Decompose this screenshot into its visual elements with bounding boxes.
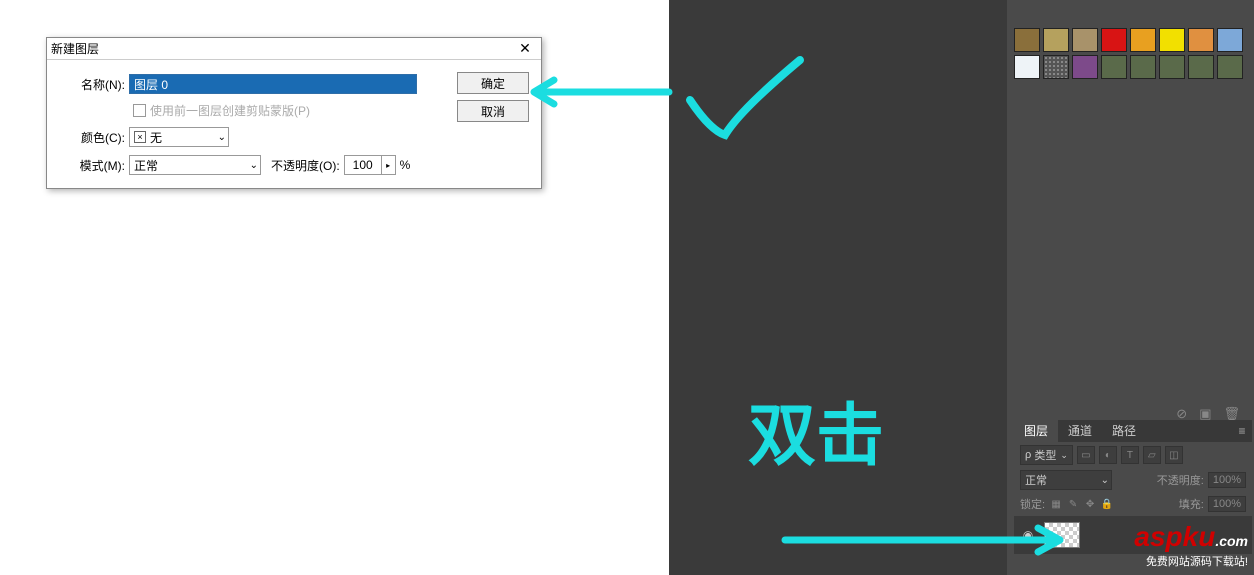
visibility-icon[interactable]: ◉	[1018, 528, 1038, 542]
opacity-flyout-icon[interactable]: ▸	[382, 155, 396, 175]
layer-lock-row: 锁定: ▦ ✎ ✥ 🔒 填充: 100%	[1014, 492, 1252, 516]
lock-paint-icon[interactable]: ✎	[1066, 497, 1080, 511]
dialog-titlebar[interactable]: 新建图层 ✕	[47, 38, 541, 60]
swatch[interactable]	[1014, 55, 1040, 79]
swatch[interactable]	[1014, 28, 1040, 52]
opacity-label: 不透明度(O):	[271, 157, 340, 174]
new-layer-dialog: 新建图层 ✕ 名称(N): 使用前一图层创建剪贴蒙版(P) 颜色(C): × 无…	[46, 37, 542, 189]
swatch[interactable]	[1072, 55, 1098, 79]
watermark-dotcom: .com	[1215, 533, 1248, 549]
swatch[interactable]	[1217, 55, 1243, 79]
dialog-body: 名称(N): 使用前一图层创建剪贴蒙版(P) 颜色(C): × 无 ⌄ 模式(M…	[47, 60, 541, 197]
swatch[interactable]	[1188, 55, 1214, 79]
percent-label: %	[400, 158, 411, 172]
canvas-area[interactable]	[669, 0, 1007, 575]
clip-mask-checkbox[interactable]	[133, 104, 146, 117]
chevron-down-icon: ⌄	[1060, 450, 1068, 461]
watermark-main: aspku	[1134, 521, 1215, 552]
swatch[interactable]	[1043, 55, 1069, 79]
none-icon: ×	[134, 131, 146, 143]
close-icon[interactable]: ✕	[513, 40, 537, 58]
layer-blend-row: 正常 ⌄ 不透明度: 100%	[1014, 468, 1252, 492]
swatch[interactable]	[1159, 55, 1185, 79]
lock-position-icon[interactable]: ✥	[1083, 497, 1097, 511]
tab-layers[interactable]: 图层	[1014, 420, 1058, 442]
swatches-panel	[1014, 28, 1243, 79]
chevron-down-icon: ⌄	[250, 160, 258, 171]
lock-transparent-icon[interactable]: ▦	[1049, 497, 1063, 511]
kind-filter[interactable]: ρ 类型 ⌄	[1020, 445, 1073, 465]
tab-paths[interactable]: 路径	[1102, 420, 1146, 442]
cancel-button[interactable]: 取消	[457, 100, 529, 122]
tab-channels[interactable]: 通道	[1058, 420, 1102, 442]
fill-value[interactable]: 100%	[1208, 496, 1246, 512]
swatch[interactable]	[1188, 28, 1214, 52]
mode-label: 模式(M):	[57, 157, 129, 174]
ok-button[interactable]: 确定	[457, 72, 529, 94]
swatch[interactable]	[1159, 28, 1185, 52]
search-icon: ρ	[1025, 449, 1031, 461]
layer-name-input[interactable]	[129, 74, 417, 94]
filter-text-icon[interactable]: T	[1121, 446, 1139, 464]
opacity-input[interactable]	[344, 155, 382, 175]
swatch[interactable]	[1130, 28, 1156, 52]
filter-image-icon[interactable]: ▭	[1077, 446, 1095, 464]
watermark: aspku.com 免费网站源码下载站!	[1134, 521, 1248, 569]
filter-smart-icon[interactable]: ◫	[1165, 446, 1183, 464]
chevron-down-icon: ⌄	[1101, 475, 1109, 486]
panel-tabs: 图层 通道 路径 ≡	[1014, 420, 1252, 442]
layer-opacity-label: 不透明度:	[1157, 472, 1204, 488]
filter-shape-icon[interactable]: ▱	[1143, 446, 1161, 464]
clip-mask-label: 使用前一图层创建剪贴蒙版(P)	[150, 102, 310, 119]
swatch[interactable]	[1101, 55, 1127, 79]
swatch[interactable]	[1130, 55, 1156, 79]
color-select[interactable]: × 无 ⌄	[129, 127, 229, 147]
layer-thumbnail[interactable]	[1044, 522, 1080, 548]
layer-filter-row: ρ 类型 ⌄ ▭ ◐ T ▱ ◫	[1014, 442, 1252, 468]
swatch[interactable]	[1072, 28, 1098, 52]
lock-all-icon[interactable]: 🔒	[1100, 497, 1114, 511]
fill-label: 填充:	[1179, 496, 1204, 512]
chevron-down-icon: ⌄	[218, 132, 226, 143]
mode-select[interactable]: 正常 ⌄	[129, 155, 261, 175]
document-area: 新建图层 ✕ 名称(N): 使用前一图层创建剪贴蒙版(P) 颜色(C): × 无…	[0, 0, 669, 575]
color-value: 无	[150, 129, 162, 146]
mode-value: 正常	[134, 157, 158, 174]
swatch[interactable]	[1217, 28, 1243, 52]
color-label: 颜色(C):	[57, 129, 129, 146]
panel-menu-icon[interactable]: ≡	[1232, 420, 1252, 442]
blend-mode-select[interactable]: 正常 ⌄	[1020, 470, 1112, 490]
swatch[interactable]	[1043, 28, 1069, 52]
swatch[interactable]	[1101, 28, 1127, 52]
name-label: 名称(N):	[57, 76, 129, 93]
dialog-title: 新建图层	[51, 40, 513, 57]
right-panels: ⊘ ▣ 🗑 图层 通道 路径 ≡ ρ 类型 ⌄ ▭ ◐ T ▱ ◫ 正常 ⌄	[1007, 0, 1254, 575]
watermark-sub: 免费网站源码下载站!	[1134, 553, 1248, 569]
filter-adjust-icon[interactable]: ◐	[1099, 446, 1117, 464]
layer-opacity-value[interactable]: 100%	[1208, 472, 1246, 488]
lock-label: 锁定:	[1020, 496, 1045, 512]
